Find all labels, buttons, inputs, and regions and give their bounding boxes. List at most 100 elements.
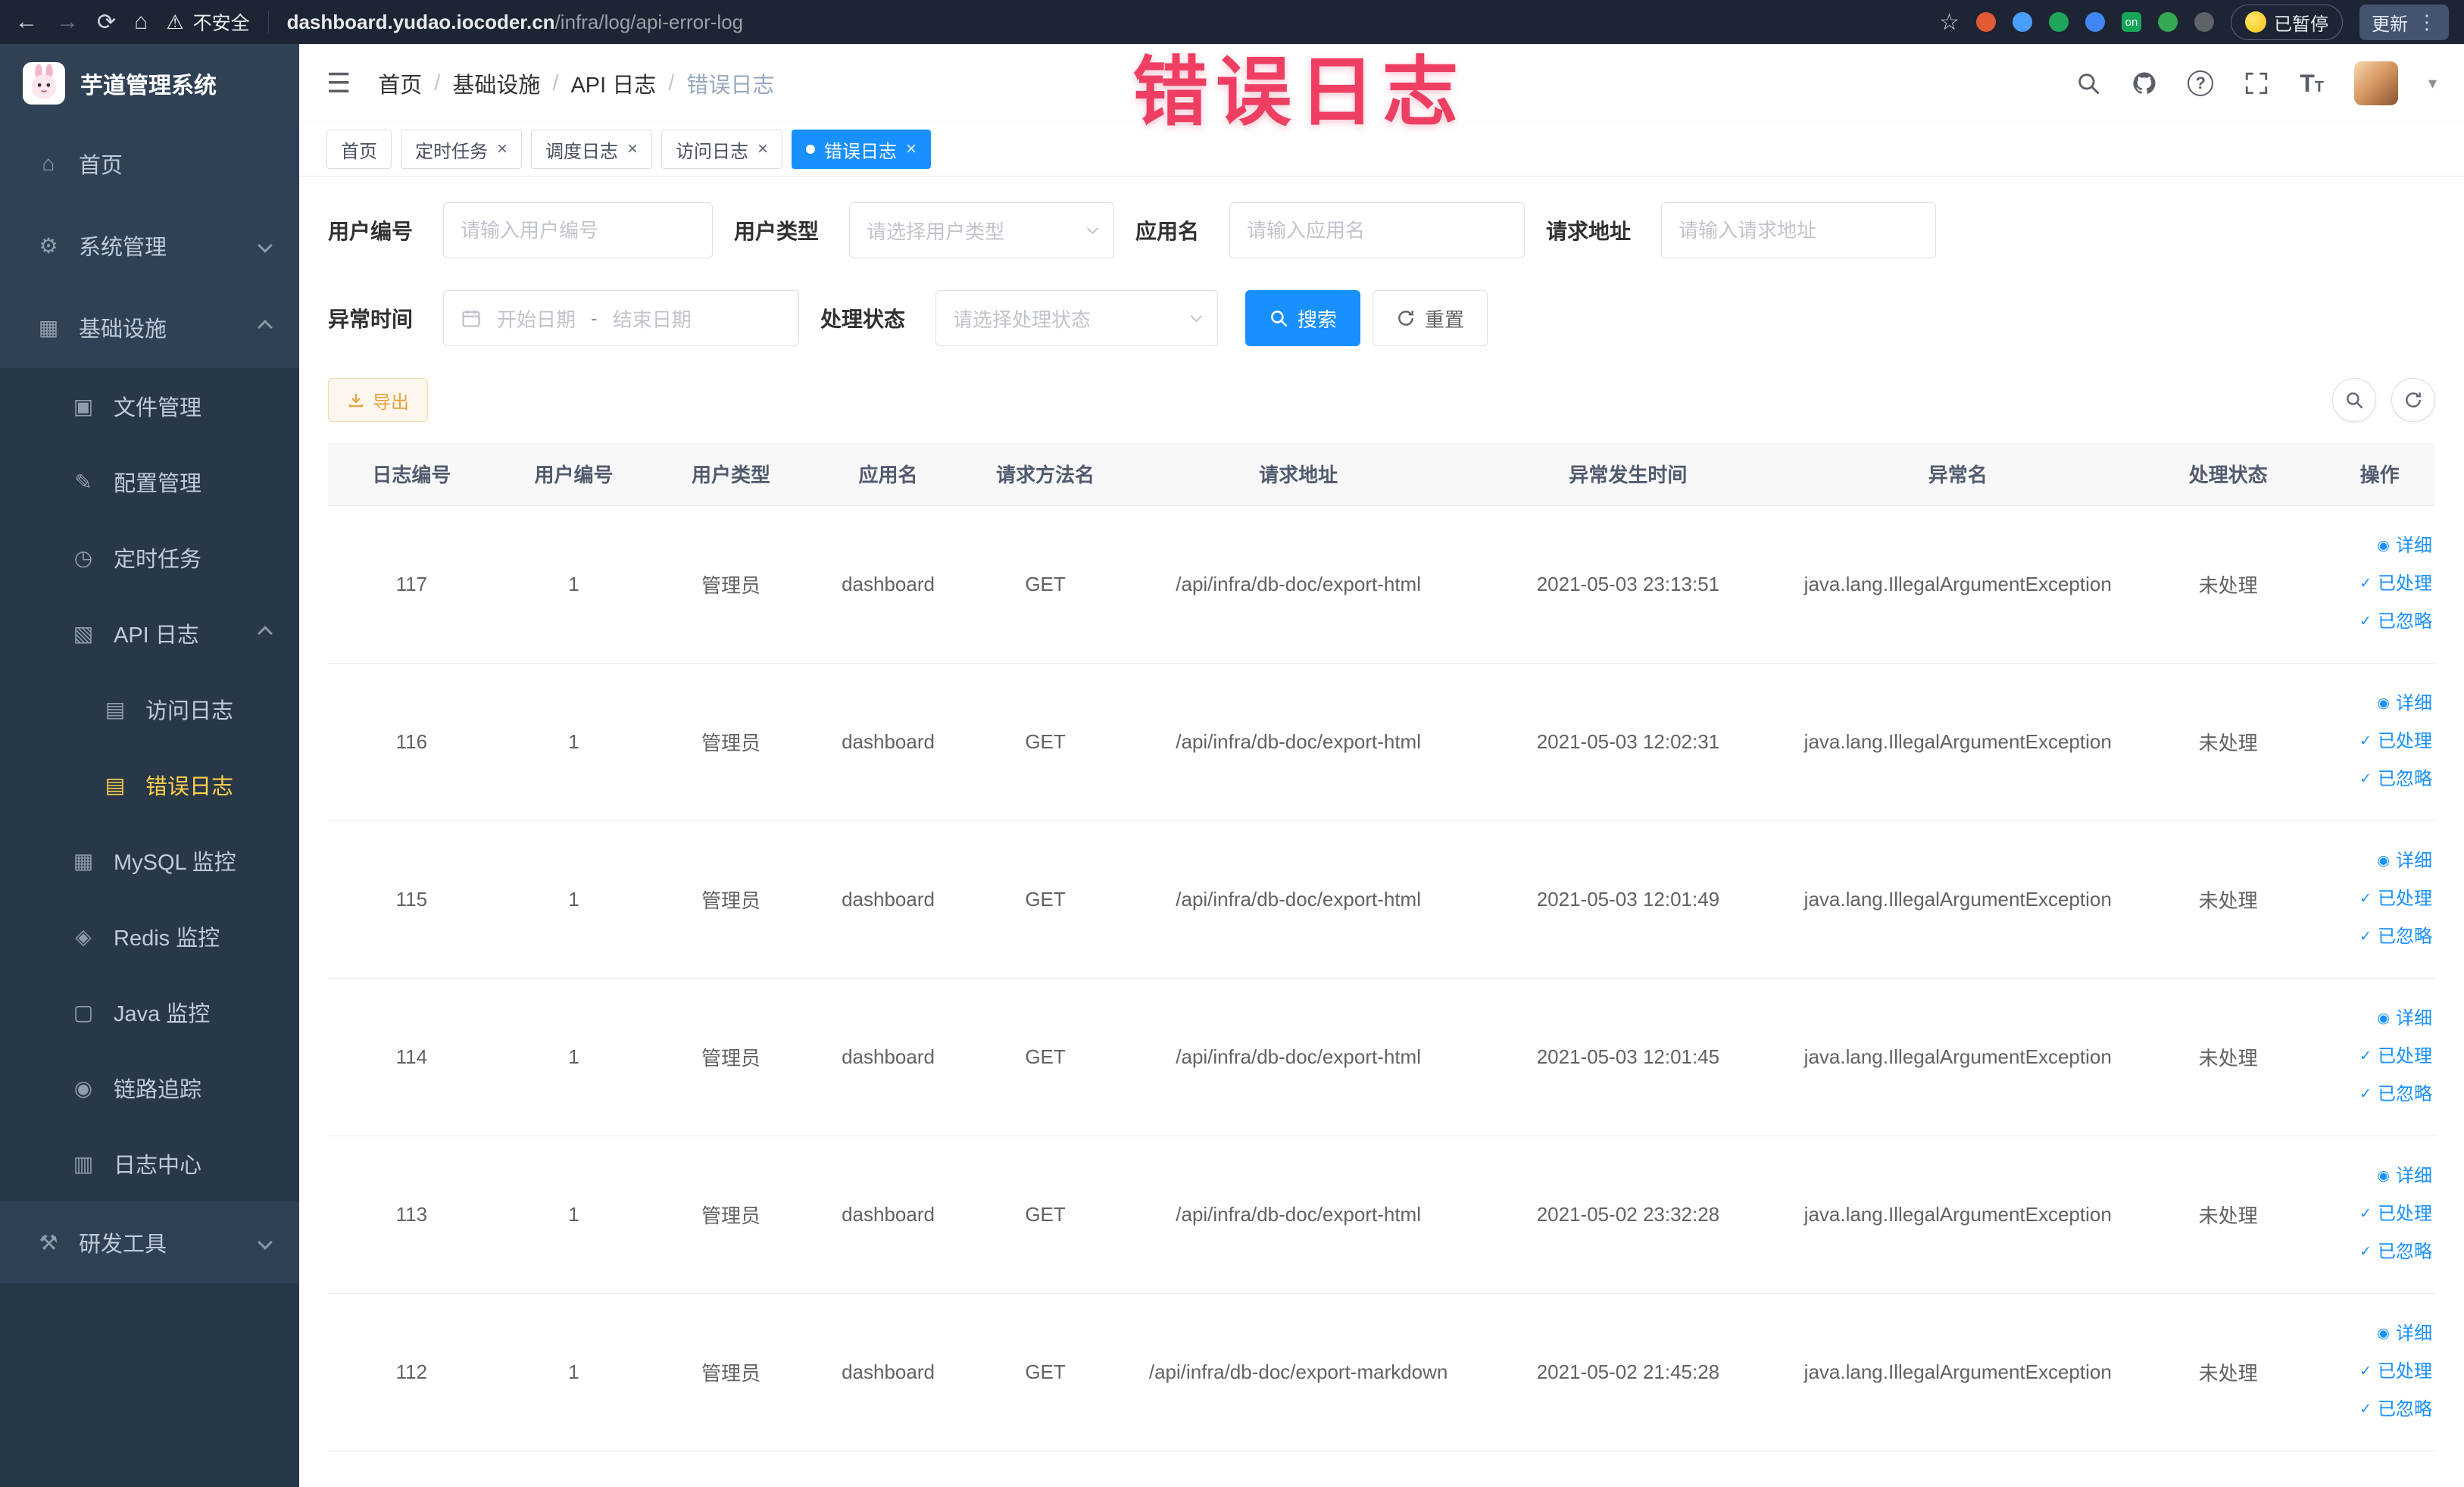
- table-header-row: 日志编号 用户编号 用户类型 应用名 请求方法名 请求地址 异常发生时间 异常名 处理状态 操作: [328, 443, 2435, 506]
- browser-home-icon[interactable]: ⌂: [134, 9, 148, 35]
- mark-ignored-link[interactable]: ✓ 已忽略: [2331, 1076, 2432, 1114]
- error-log-table: 日志编号 用户编号 用户类型 应用名 请求方法名 请求地址 异常发生时间 异常名 处理状态 操作 …: [328, 443, 2435, 1451]
- column-header: 日志编号: [328, 443, 495, 506]
- caret-down-icon[interactable]: ▾: [2428, 73, 2437, 93]
- sidebar-item-home[interactable]: ⌂ 首页: [0, 123, 299, 205]
- detail-link[interactable]: ◉ 详细: [2331, 1315, 2432, 1353]
- reset-button[interactable]: 重置: [1373, 290, 1488, 346]
- close-icon[interactable]: ×: [627, 140, 638, 158]
- back-icon[interactable]: ←: [15, 9, 38, 35]
- cell-status: 未处理: [2132, 505, 2325, 664]
- cell-actions: ◉ 详细 ✓ 已处理 ✓ 已忽略: [2324, 1293, 2435, 1451]
- sidebar-item-infrastructure[interactable]: ▦ 基础设施: [0, 286, 299, 368]
- chevron-down-icon: [258, 238, 273, 253]
- close-icon[interactable]: ×: [757, 140, 768, 158]
- extension-icon[interactable]: [2194, 12, 2214, 32]
- reload-icon[interactable]: ⟳: [97, 9, 116, 36]
- security-chip[interactable]: ⚠ 不安全: [166, 8, 249, 36]
- paused-chip[interactable]: 已暂停: [2231, 4, 2343, 40]
- mark-processed-link[interactable]: ✓ 已处理: [2331, 1195, 2432, 1233]
- sidebar-item-api-logs[interactable]: ▧ API 日志: [0, 595, 299, 671]
- extension-icon[interactable]: [2085, 12, 2105, 32]
- sidebar-item-file-management[interactable]: ▣ 文件管理: [0, 368, 299, 444]
- sidebar-item-mysql-monitor[interactable]: ▦ MySQL 监控: [0, 823, 299, 898]
- mark-ignored-link[interactable]: ✓ 已忽略: [2331, 1233, 2432, 1271]
- sidebar-item-system-management[interactable]: ⚙ 系统管理: [0, 205, 299, 286]
- bookmark-star-icon[interactable]: ☆: [1939, 9, 1960, 36]
- exception-time-field: 异常时间 开始日期 - 结束日期: [328, 290, 800, 346]
- address-bar[interactable]: dashboard.yudao.iocoder.cn/infra/log/api…: [287, 11, 1922, 34]
- exception-time-range-input[interactable]: 开始日期 - 结束日期: [443, 290, 800, 346]
- detail-link[interactable]: ◉ 详细: [2331, 1000, 2432, 1038]
- mark-ignored-link[interactable]: ✓ 已忽略: [2331, 918, 2432, 956]
- breadcrumb-item[interactable]: API 日志: [570, 67, 656, 99]
- cell-user-id: 1: [495, 1136, 653, 1294]
- logo[interactable]: 芋道管理系统: [0, 44, 299, 123]
- sidebar-item-access-logs[interactable]: ▤ 访问日志: [0, 671, 299, 747]
- help-icon[interactable]: ?: [2188, 70, 2214, 96]
- cell-exception-time: 2021-05-03 23:13:51: [1472, 505, 1784, 664]
- mark-ignored-link[interactable]: ✓ 已忽略: [2331, 761, 2432, 798]
- close-icon[interactable]: ×: [497, 140, 507, 158]
- tab-home[interactable]: 首页: [326, 130, 392, 169]
- sidebar-item-link-trace[interactable]: ◉ 链路追踪: [0, 1050, 299, 1126]
- process-status-select[interactable]: 请选择处理状态: [935, 290, 1219, 346]
- search-button[interactable]: 搜索: [1245, 290, 1361, 346]
- check-icon: ✓: [2359, 1086, 2372, 1102]
- kebab-menu-icon[interactable]: ⋮: [2417, 11, 2437, 34]
- download-icon: [348, 394, 364, 408]
- extension-icon[interactable]: [1976, 12, 1996, 32]
- github-icon[interactable]: [2131, 70, 2157, 96]
- detail-link[interactable]: ◉ 详细: [2331, 1157, 2432, 1195]
- font-size-icon[interactable]: TT: [2300, 71, 2324, 95]
- breadcrumb-item[interactable]: 首页: [378, 67, 422, 99]
- tab-error-logs[interactable]: 错误日志 ×: [792, 130, 932, 169]
- check-icon: ✓: [2359, 733, 2372, 749]
- mark-processed-link[interactable]: ✓ 已处理: [2331, 1353, 2432, 1391]
- cell-method: GET: [967, 505, 1124, 664]
- browser-update-button[interactable]: 更新 ⋮: [2359, 4, 2449, 40]
- export-button[interactable]: 导出: [328, 378, 428, 422]
- extension-icon[interactable]: [2049, 12, 2069, 32]
- refresh-button[interactable]: [2391, 378, 2435, 422]
- user-type-select[interactable]: 请选择用户类型: [849, 202, 1115, 258]
- mark-processed-link[interactable]: ✓ 已处理: [2331, 880, 2432, 918]
- breadcrumb-item[interactable]: 基础设施: [452, 67, 540, 99]
- avatar[interactable]: [2353, 61, 2398, 105]
- mark-processed-link[interactable]: ✓ 已处理: [2331, 1038, 2432, 1076]
- extension-on-badge[interactable]: on: [2122, 12, 2141, 32]
- cell-exception-time: 2021-05-03 12:01:49: [1472, 820, 1784, 979]
- cell-app-name: dashboard: [809, 1293, 967, 1451]
- detail-link[interactable]: ◉ 详细: [2331, 842, 2432, 880]
- search-icon[interactable]: [2075, 70, 2101, 96]
- mark-processed-link[interactable]: ✓ 已处理: [2331, 565, 2432, 603]
- detail-link[interactable]: ◉ 详细: [2331, 685, 2432, 723]
- sidebar-item-config-management[interactable]: ✎ 配置管理: [0, 444, 299, 520]
- tab-scheduled-tasks[interactable]: 定时任务 ×: [401, 130, 523, 169]
- tab-access-logs[interactable]: 访问日志 ×: [661, 130, 783, 169]
- hamburger-icon[interactable]: ☰: [326, 67, 351, 99]
- close-icon[interactable]: ×: [906, 140, 917, 158]
- request-url-input[interactable]: [1661, 202, 1937, 258]
- fullscreen-icon[interactable]: [2244, 70, 2269, 96]
- sidebar-item-error-logs[interactable]: ▤ 错误日志: [0, 747, 299, 823]
- sidebar-item-scheduled-tasks[interactable]: ◷ 定时任务: [0, 520, 299, 595]
- sidebar-item-java-monitor[interactable]: ▢ Java 监控: [0, 974, 299, 1050]
- forward-icon[interactable]: →: [56, 9, 79, 35]
- sidebar-item-dev-tools[interactable]: ⚒ 研发工具: [0, 1201, 299, 1283]
- tab-schedule-logs[interactable]: 调度日志 ×: [531, 130, 653, 169]
- user-id-input[interactable]: [443, 202, 714, 258]
- sidebar-item-redis-monitor[interactable]: ◈ Redis 监控: [0, 898, 299, 974]
- mark-ignored-link[interactable]: ✓ 已忽略: [2331, 1391, 2432, 1429]
- mark-ignored-link[interactable]: ✓ 已忽略: [2331, 603, 2432, 641]
- toggle-search-button[interactable]: [2332, 378, 2376, 422]
- app-name-input[interactable]: [1229, 202, 1526, 258]
- mark-processed-link[interactable]: ✓ 已处理: [2331, 723, 2432, 761]
- detail-link[interactable]: ◉ 详细: [2331, 527, 2432, 565]
- sidebar-item-log-center[interactable]: ▥ 日志中心: [0, 1126, 299, 1201]
- extension-icon[interactable]: [2158, 12, 2178, 32]
- process-status-placeholder: 请选择处理状态: [953, 308, 1091, 331]
- extension-icon[interactable]: [2013, 12, 2032, 32]
- cell-status: 未处理: [2132, 820, 2325, 979]
- cell-actions: ◉ 详细 ✓ 已处理 ✓ 已忽略: [2324, 505, 2435, 664]
